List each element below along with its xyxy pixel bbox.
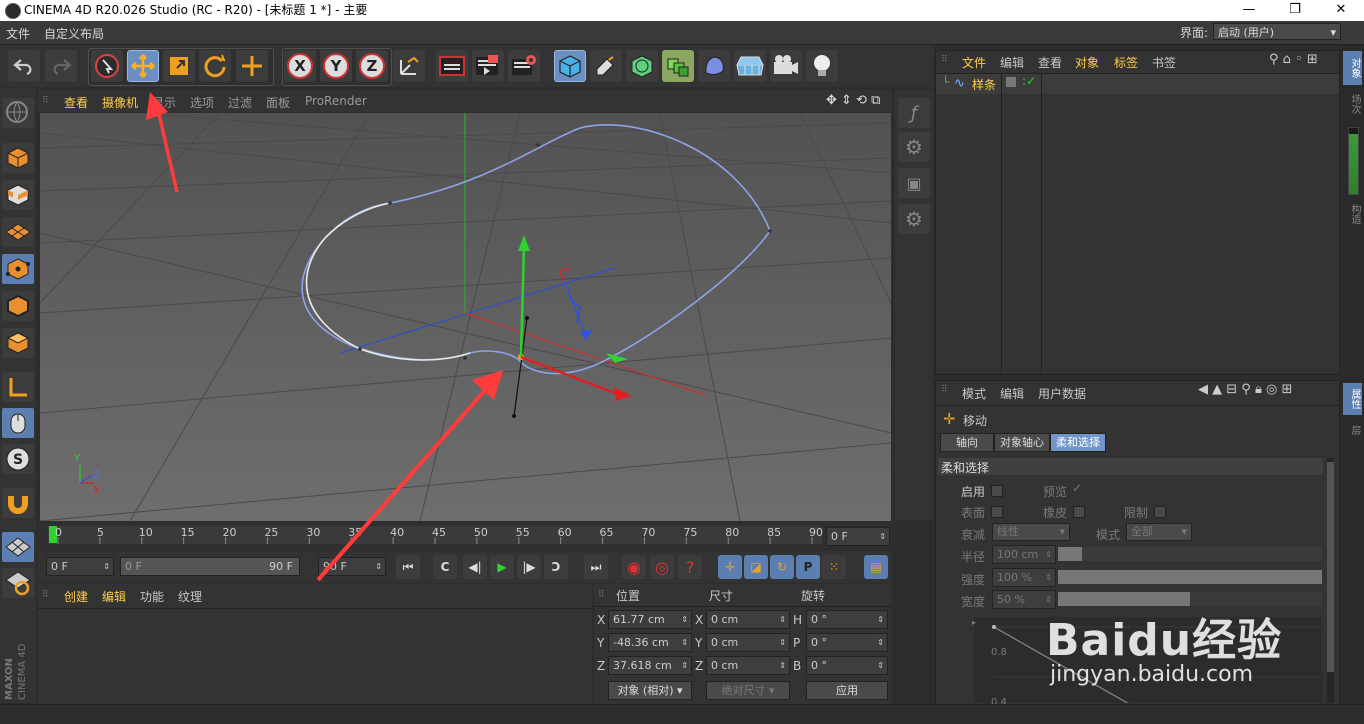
annotation-arrow-point (316, 385, 490, 582)
annotation-arrowhead (146, 92, 168, 120)
watermark-logo: Baidu经验 (1046, 615, 1283, 666)
annotation-arrow-camera (156, 109, 179, 193)
watermark-url: jingyan.baidu.com (1050, 662, 1254, 687)
annotation-arrowhead (472, 370, 503, 400)
